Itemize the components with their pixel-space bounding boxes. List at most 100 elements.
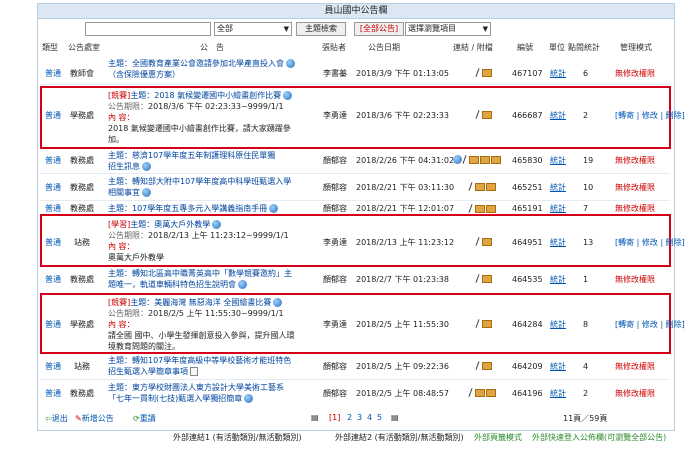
row-subject[interactable]: 主題：全國教育產業公會邀請參加北學產直投入會 （含保險優惠方案） [108, 58, 313, 80]
row-stat-link[interactable]: 統計 [550, 274, 566, 285]
header-date: 公告日期 [368, 43, 400, 52]
reload-button[interactable]: ⟳重讀 [133, 413, 156, 424]
globe-icon[interactable] [453, 155, 462, 164]
next-page-icon[interactable]: ▤ [391, 413, 399, 422]
prev-page-icon[interactable]: ▤ [311, 413, 319, 422]
row-subject[interactable]: [學習]主題：奧萬大戶外教學 公告期限：2018/2/13 上午 11:23:1… [108, 219, 313, 263]
folder-icon[interactable] [486, 182, 496, 191]
subject-line[interactable]: 相關事宜 [108, 188, 140, 197]
folder-icon[interactable] [475, 204, 485, 213]
row-stat-link[interactable]: 統計 [550, 361, 566, 372]
row-subject[interactable]: 主題：轉知107學年度高級中等學校藝術才能班特色 招生甄選入學簡章事項 [108, 355, 313, 377]
subject-search-button[interactable]: 主題檢索 [296, 22, 346, 36]
row-subject[interactable]: 主題：轉知北區高中職菁英高中「數學競賽邀約」主 題唯一，軌道車輛科特色招生說明會 [108, 268, 313, 290]
folder-icon[interactable] [475, 182, 485, 191]
row-attach[interactable] [475, 360, 492, 371]
row-type[interactable]: 普通 [45, 203, 61, 214]
page-link[interactable]: 5 [377, 413, 382, 422]
page-link[interactable]: [1] [329, 413, 340, 422]
folder-icon[interactable] [482, 68, 492, 77]
slash-icon [475, 274, 481, 283]
row-type[interactable]: 普通 [45, 182, 61, 193]
folder-icon[interactable] [482, 274, 492, 283]
row-stat-link[interactable]: 統計 [550, 237, 566, 248]
subject-line[interactable]: 主題：轉知107學年度高級中等學校藝術才能班特色 [108, 356, 291, 365]
folder-icon[interactable] [469, 155, 479, 164]
row-subject[interactable]: 主題：東方學校財團法人東方設計大學美術工藝系 「七年一貫制(七技)甄選入學獨招簡… [108, 382, 313, 404]
row-attach[interactable] [453, 154, 501, 165]
row-type[interactable]: 普通 [45, 237, 61, 248]
logout-button[interactable]: ⇦退出 [45, 413, 68, 424]
search-input[interactable] [85, 22, 211, 36]
row-stat-link[interactable]: 統計 [550, 155, 566, 166]
folder-icon[interactable] [486, 204, 496, 213]
row-attach[interactable] [468, 181, 496, 192]
subject-line[interactable]: 主題：奧萬大戶外教學 [130, 220, 210, 229]
row-type[interactable]: 普通 [45, 68, 61, 79]
row-type[interactable]: 普通 [45, 274, 61, 285]
filter-select[interactable]: 選擇瀏覽項目 ▼ [405, 22, 491, 36]
scope-select[interactable]: 全部 ▼ [214, 22, 292, 36]
row-manage[interactable]: [轉寄 | 修改 | 刪除] [615, 237, 685, 248]
row-subject[interactable]: 主題：轉知部大附中107學年度高中科學班甄選入學 相關事宜 [108, 176, 313, 198]
row-type[interactable]: 普通 [45, 110, 61, 121]
subject-line[interactable]: 主題：轉知部大附中107學年度高中科學班甄選入學 [108, 177, 291, 186]
add-notice-button[interactable]: ✎新增公告 [75, 413, 114, 424]
subject-line[interactable]: 題唯一，軌道車輛科特色招生說明會 [108, 280, 236, 289]
folder-icon[interactable] [475, 388, 485, 397]
subject-line[interactable]: 招生甄選入學簡章事項 [108, 367, 188, 376]
folder-icon[interactable] [491, 155, 501, 164]
page-link[interactable]: 3 [357, 413, 362, 422]
subject-line[interactable]: 主題：東方學校財團法人東方設計大學美術工藝系 [108, 383, 284, 392]
all-notices-button[interactable]: [全部公告] [354, 22, 404, 36]
subject-line[interactable]: （含保險優惠方案） [108, 70, 180, 79]
subject-line[interactable]: 主題：全國教育產業公會邀請參加北學產直投入會 [108, 59, 284, 68]
row-attach[interactable] [475, 318, 492, 329]
row-attach[interactable] [475, 273, 492, 284]
subject-line[interactable]: 主題：轉知北區高中職菁英高中「數學競賽邀約」主 [108, 269, 292, 278]
page-link[interactable]: 2 [347, 413, 352, 422]
folder-icon[interactable] [482, 361, 492, 370]
row-hits: 8 [583, 320, 589, 329]
row-stat-link[interactable]: 統計 [550, 110, 566, 121]
subject-line[interactable]: 主題：107學年度五專多元入學講義指南手冊 [108, 204, 267, 213]
row-stat-link[interactable]: 統計 [550, 203, 566, 214]
external-link-2[interactable]: 外部連結2 (有活動類別/無活動類別) [335, 432, 464, 443]
row-attach[interactable] [468, 387, 496, 398]
row-subject[interactable]: 主題：慈濟107學年度五年制護理科原住民單獨 招生訊息 [108, 150, 313, 172]
folder-icon[interactable] [480, 155, 490, 164]
row-manage[interactable]: [轉寄 | 修改 | 刪除] [615, 319, 685, 330]
row-type[interactable]: 普通 [45, 361, 61, 372]
row-type[interactable]: 普通 [45, 388, 61, 399]
row-type[interactable]: 普通 [45, 319, 61, 330]
external-link-1[interactable]: 外部連結1 (有活動類別/無活動類別) [173, 432, 302, 443]
row-subject[interactable]: [競賽]主題：2018 氣候變遷國中小繪畫創作比賽 公告期限：2018/3/6 … [108, 90, 313, 145]
row-attach[interactable] [475, 109, 492, 120]
row-subject[interactable]: 主題：107學年度五專多元入學講義指南手冊 [108, 203, 313, 214]
row-stat-link[interactable]: 統計 [550, 182, 566, 193]
header-hits: 點閱統計 [568, 43, 600, 52]
row-attach[interactable] [475, 67, 492, 78]
subject-line[interactable]: 「七年一貫制(七技)甄選入學獨招簡章 [108, 394, 242, 403]
row-stat-link[interactable]: 統計 [550, 388, 566, 399]
row-manage[interactable]: [轉寄 | 修改 | 刪除] [615, 110, 685, 121]
folder-icon[interactable] [482, 110, 492, 119]
external-quick-login-link[interactable]: 外部快速登入公佈欄(可瀏覽全部公告) [532, 432, 666, 443]
external-tab-mode-link[interactable]: 外部頁籤模式 [474, 432, 522, 443]
row-stat-link[interactable]: 統計 [550, 68, 566, 79]
header-num: 編號 [517, 43, 533, 52]
subject-line[interactable]: 主題：2018 氣候變遷國中小繪畫創作比賽 [130, 91, 281, 100]
folder-icon[interactable] [486, 388, 496, 397]
row-subject[interactable]: [競賽]主題：美麗海灣 無惡海洋 全國繪畫比賽 公告期限：2018/2/5 上午… [108, 297, 313, 352]
row-stat-link[interactable]: 統計 [550, 319, 566, 330]
header-type: 類型 [42, 43, 58, 52]
subject-line[interactable]: 主題：美麗海灣 無惡海洋 全國繪畫比賽 [130, 298, 271, 307]
row-type[interactable]: 普通 [45, 155, 61, 166]
row-attach[interactable] [475, 236, 492, 247]
subject-line[interactable]: 主題：慈濟107學年度五年制護理科原住民單獨 [108, 151, 275, 160]
folder-icon[interactable] [482, 319, 492, 328]
row-attach[interactable] [468, 203, 496, 214]
subject-line[interactable]: 招生訊息 [108, 162, 140, 171]
folder-icon[interactable] [482, 237, 492, 246]
page-link[interactable]: 4 [367, 413, 372, 422]
